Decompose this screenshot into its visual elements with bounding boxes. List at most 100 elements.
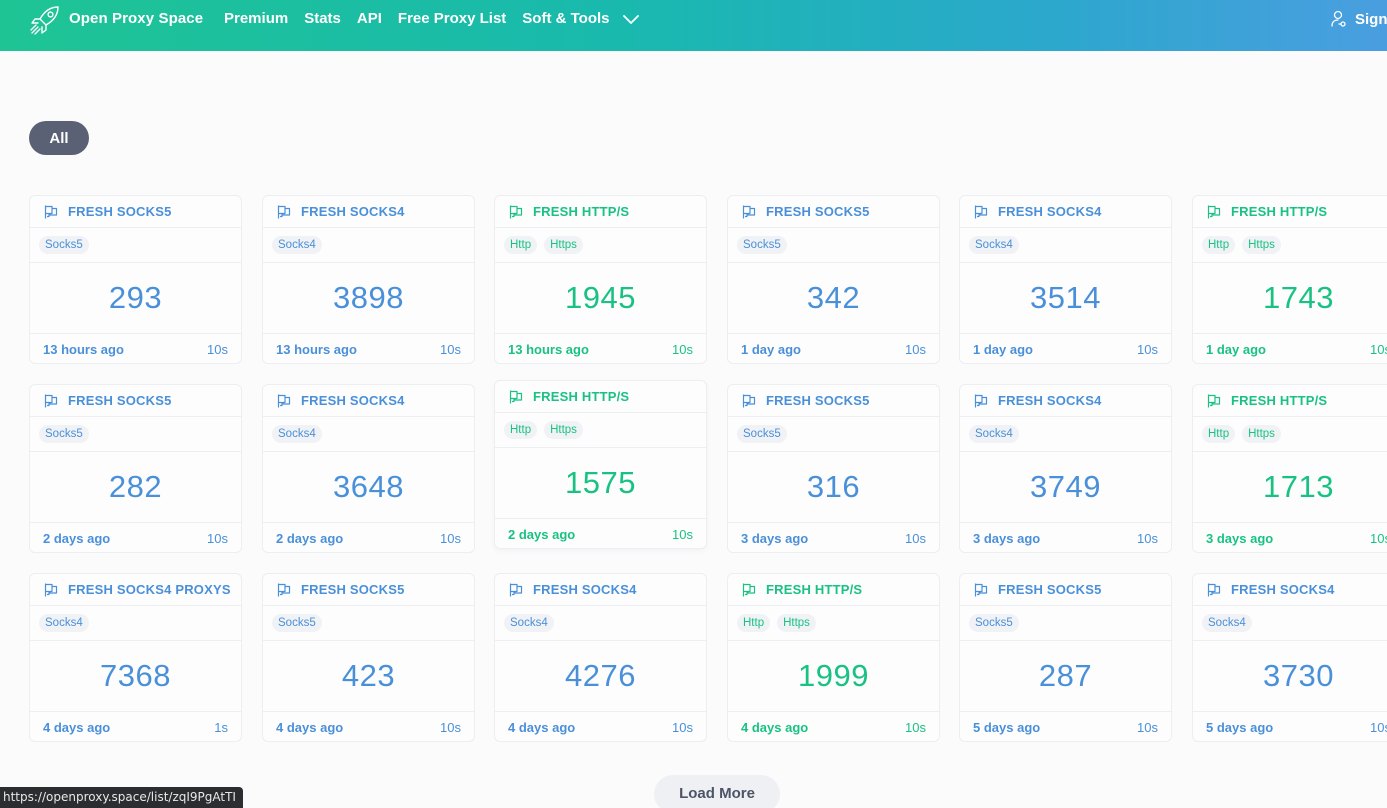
protocol-tag: Socks5 <box>39 236 89 254</box>
card-tags: Socks4 <box>30 606 241 641</box>
updated-ago: 1 day ago <box>1206 341 1266 357</box>
card-title: FRESH HTTP/S <box>1231 204 1328 219</box>
nav-premium[interactable]: Premium <box>224 10 288 29</box>
card-footer: 3 days ago 10s <box>728 523 939 552</box>
card-tags: Socks4 <box>263 228 474 263</box>
check-interval: 10s <box>1370 341 1387 357</box>
chevron-down-icon[interactable] <box>622 11 640 29</box>
card-footer: 4 days ago 10s <box>263 712 474 741</box>
protocol-tag: Socks5 <box>39 425 89 443</box>
protocol-tag: Http <box>504 236 538 254</box>
updated-ago: 4 days ago <box>43 719 111 735</box>
proxy-list-card[interactable]: FRESH SOCKS4 Socks4 3648 2 days ago 10s <box>262 384 475 553</box>
brand-name[interactable]: Open Proxy Space <box>69 10 203 27</box>
proxy-list-card[interactable]: FRESH SOCKS5 Socks5 293 13 hours ago 10s <box>29 195 242 364</box>
protocol-tag: Http <box>1202 236 1236 254</box>
updated-ago: 4 days ago <box>741 719 809 735</box>
check-interval: 10s <box>905 530 926 546</box>
card-header: FRESH SOCKS4 PROXYS <box>30 574 241 606</box>
flag-icon <box>1206 393 1222 409</box>
protocol-tag: Http <box>1202 425 1236 443</box>
card-tags: Socks4 <box>495 606 706 641</box>
proxy-list-card[interactable]: FRESH HTTP/S Http Https 1575 2 days ago 1… <box>494 380 707 549</box>
check-interval: 10s <box>905 341 926 357</box>
card-tags: Socks5 <box>263 606 474 641</box>
proxy-list-card[interactable]: FRESH SOCKS4 Socks4 4276 4 days ago 10s <box>494 573 707 742</box>
card-header: FRESH HTTP/S <box>1193 196 1387 228</box>
protocol-tag: Https <box>544 236 583 254</box>
card-title: FRESH SOCKS4 <box>301 204 405 219</box>
card-header: FRESH SOCKS5 <box>30 385 241 417</box>
top-navbar: Open Proxy Space Premium Stats API Free … <box>0 0 1387 51</box>
sign-in-link[interactable]: Sign <box>1330 10 1387 28</box>
card-title: FRESH SOCKS5 <box>68 393 172 408</box>
updated-ago: 13 hours ago <box>43 341 124 357</box>
proxy-count: 3514 <box>960 263 1171 334</box>
card-header: FRESH SOCKS5 <box>30 196 241 228</box>
updated-ago: 5 days ago <box>973 719 1041 735</box>
card-tags: Http Https <box>1193 417 1387 452</box>
card-header: FRESH HTTP/S <box>728 574 939 606</box>
card-footer: 2 days ago 10s <box>495 519 706 548</box>
proxy-list-card[interactable]: FRESH SOCKS5 Socks5 287 5 days ago 10s <box>959 573 1172 742</box>
proxy-list-card[interactable]: FRESH SOCKS5 Socks5 423 4 days ago 10s <box>262 573 475 742</box>
proxy-list-card[interactable]: FRESH SOCKS5 Socks5 342 1 day ago 10s <box>727 195 940 364</box>
nav-free-proxy-list[interactable]: Free Proxy List <box>398 10 506 29</box>
main-nav: Premium Stats API Free Proxy List Soft &… <box>224 10 640 29</box>
rocket-icon[interactable] <box>28 3 62 37</box>
nav-stats[interactable]: Stats <box>304 10 341 29</box>
proxy-list-card[interactable]: FRESH HTTP/S Http Https 1945 13 hours ago… <box>494 195 707 364</box>
proxy-list-card[interactable]: FRESH SOCKS5 Socks5 282 2 days ago 10s <box>29 384 242 553</box>
card-title: FRESH SOCKS4 PROXYS <box>68 582 231 597</box>
flag-icon <box>43 204 59 220</box>
proxy-list-card[interactable]: FRESH HTTP/S Http Https 1743 1 day ago 10… <box>1192 195 1387 364</box>
proxy-count: 293 <box>30 263 241 334</box>
flag-icon <box>508 582 524 598</box>
card-title: FRESH HTTP/S <box>766 582 863 597</box>
proxy-list-card[interactable]: FRESH HTTP/S Http Https 1999 4 days ago 1… <box>727 573 940 742</box>
flag-icon <box>276 204 292 220</box>
check-interval: 10s <box>672 526 693 542</box>
protocol-tag: Socks4 <box>1202 614 1252 632</box>
proxy-list-card[interactable]: FRESH SOCKS4 PROXYS Socks4 7368 4 days a… <box>29 573 242 742</box>
card-title: FRESH HTTP/S <box>533 204 630 219</box>
proxy-list-card[interactable]: FRESH SOCKS4 Socks4 3749 3 days ago 10s <box>959 384 1172 553</box>
load-more-button[interactable]: Load More <box>654 775 780 808</box>
proxy-list-card[interactable]: FRESH SOCKS4 Socks4 3898 13 hours ago 10… <box>262 195 475 364</box>
protocol-tag: Https <box>544 421 583 439</box>
updated-ago: 2 days ago <box>43 530 111 546</box>
card-title: FRESH SOCKS4 <box>1231 582 1335 597</box>
check-interval: 10s <box>440 341 461 357</box>
nav-api[interactable]: API <box>357 10 382 29</box>
check-interval: 10s <box>207 530 228 546</box>
card-footer: 13 hours ago 10s <box>30 334 241 363</box>
nav-soft-tools[interactable]: Soft & Tools <box>522 10 609 29</box>
card-title: FRESH SOCKS5 <box>301 582 405 597</box>
updated-ago: 5 days ago <box>1206 719 1274 735</box>
proxy-count: 287 <box>960 641 1171 712</box>
proxy-list-card[interactable]: FRESH SOCKS5 Socks5 316 3 days ago 10s <box>727 384 940 553</box>
updated-ago: 4 days ago <box>276 719 344 735</box>
card-footer: 13 hours ago 10s <box>495 334 706 363</box>
card-footer: 4 days ago 10s <box>728 712 939 741</box>
check-interval: 10s <box>440 530 461 546</box>
updated-ago: 13 hours ago <box>276 341 357 357</box>
filter-all-button[interactable]: All <box>29 121 89 155</box>
card-footer: 4 days ago 10s <box>495 712 706 741</box>
proxy-list-card[interactable]: FRESH SOCKS4 Socks4 3514 1 day ago 10s <box>959 195 1172 364</box>
proxy-count: 342 <box>728 263 939 334</box>
proxy-list-card[interactable]: FRESH HTTP/S Http Https 1713 3 days ago 1… <box>1192 384 1387 553</box>
card-header: FRESH SOCKS4 <box>263 196 474 228</box>
protocol-tag: Https <box>777 614 816 632</box>
updated-ago: 1 day ago <box>741 341 801 357</box>
flag-icon <box>276 582 292 598</box>
card-footer: 5 days ago 10s <box>960 712 1171 741</box>
protocol-tag: Socks5 <box>737 425 787 443</box>
protocol-tag: Socks4 <box>272 236 322 254</box>
updated-ago: 2 days ago <box>508 526 576 542</box>
proxy-list-card[interactable]: FRESH SOCKS4 Socks4 3730 5 days ago 10s <box>1192 573 1387 742</box>
user-key-icon <box>1331 10 1346 27</box>
protocol-tag: Socks5 <box>272 614 322 632</box>
flag-icon <box>43 393 59 409</box>
card-header: FRESH SOCKS5 <box>960 574 1171 606</box>
